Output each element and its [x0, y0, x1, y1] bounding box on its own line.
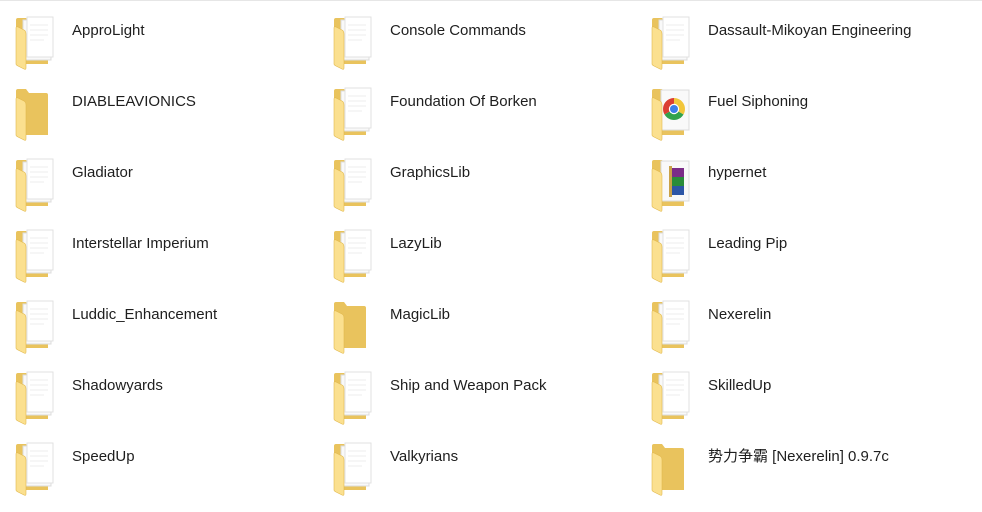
- folder-with-documents-icon: [650, 227, 694, 283]
- folder-with-documents-icon: [332, 440, 376, 496]
- folder-name-label: MagicLib: [390, 306, 451, 323]
- folder-chrome-icon: [650, 85, 694, 141]
- folder-name-label: Valkyrians: [390, 448, 459, 465]
- folder-with-documents-icon: [650, 14, 694, 70]
- folder-item[interactable]: hypernet: [636, 142, 982, 213]
- folder-item[interactable]: Console Commands: [318, 0, 636, 71]
- folder-with-documents-icon: [332, 369, 376, 425]
- folder-name-label: Dassault-Mikoyan Engineering: [708, 22, 912, 39]
- folder-with-documents-icon: [14, 156, 58, 212]
- folder-name-label: SpeedUp: [72, 448, 135, 465]
- folder-with-documents-icon: [14, 440, 58, 496]
- folder-item[interactable]: SkilledUp: [636, 355, 982, 426]
- folder-item[interactable]: Dassault-Mikoyan Engineering: [636, 0, 982, 71]
- folder-item[interactable]: Luddic_Enhancement: [0, 284, 318, 355]
- folder-empty-icon: [332, 298, 376, 354]
- folder-name-label: hypernet: [708, 164, 767, 181]
- folder-item[interactable]: Fuel Siphoning: [636, 71, 982, 142]
- folder-name-label: Console Commands: [390, 22, 526, 39]
- folder-name-label: Interstellar Imperium: [72, 235, 209, 252]
- folder-name-label: Nexerelin: [708, 306, 772, 323]
- folder-item[interactable]: Gladiator: [0, 142, 318, 213]
- folder-name-label: 势力争霸 [Nexerelin] 0.9.7c: [708, 448, 889, 465]
- folder-item[interactable]: MagicLib: [318, 284, 636, 355]
- folder-item[interactable]: Nexerelin: [636, 284, 982, 355]
- folder-item[interactable]: Foundation Of Borken: [318, 71, 636, 142]
- folder-item[interactable]: Valkyrians: [318, 426, 636, 497]
- folder-name-label: ApproLight: [72, 22, 145, 39]
- folder-item[interactable]: SpeedUp: [0, 426, 318, 497]
- folder-name-label: Shadowyards: [72, 377, 163, 394]
- folder-name-label: Fuel Siphoning: [708, 93, 809, 110]
- folder-item[interactable]: Ship and Weapon Pack: [318, 355, 636, 426]
- folder-with-documents-icon: [332, 14, 376, 70]
- folder-name-label: SkilledUp: [708, 377, 772, 394]
- folder-name-label: GraphicsLib: [390, 164, 471, 181]
- folder-with-documents-icon: [14, 14, 58, 70]
- folder-item[interactable]: DIABLEAVIONICS: [0, 71, 318, 142]
- folder-with-documents-icon: [332, 227, 376, 283]
- folder-item[interactable]: LazyLib: [318, 213, 636, 284]
- folder-item[interactable]: Leading Pip: [636, 213, 982, 284]
- folder-name-label: Foundation Of Borken: [390, 93, 537, 110]
- folder-name-label: LazyLib: [390, 235, 442, 252]
- folder-item[interactable]: Interstellar Imperium: [0, 213, 318, 284]
- folder-empty-icon: [650, 440, 694, 496]
- folder-name-label: Leading Pip: [708, 235, 788, 252]
- folder-with-documents-icon: [332, 85, 376, 141]
- folder-with-documents-icon: [650, 298, 694, 354]
- folder-name-label: Luddic_Enhancement: [72, 306, 218, 323]
- folder-item[interactable]: ApproLight: [0, 0, 318, 71]
- folder-name-label: Gladiator: [72, 164, 133, 181]
- folder-name-label: DIABLEAVIONICS: [72, 93, 196, 110]
- folder-item[interactable]: 势力争霸 [Nexerelin] 0.9.7c: [636, 426, 982, 497]
- folder-empty-icon: [14, 85, 58, 141]
- folder-with-documents-icon: [650, 369, 694, 425]
- folder-with-documents-icon: [14, 298, 58, 354]
- folder-with-documents-icon: [14, 369, 58, 425]
- folder-winrar-icon: [650, 156, 694, 212]
- folder-with-documents-icon: [332, 156, 376, 212]
- folder-item[interactable]: Shadowyards: [0, 355, 318, 426]
- folder-with-documents-icon: [14, 227, 58, 283]
- folder-name-label: Ship and Weapon Pack: [390, 377, 547, 394]
- folder-grid: ApproLight Console Commands Dassault-Mik…: [0, 0, 982, 512]
- folder-item[interactable]: GraphicsLib: [318, 142, 636, 213]
